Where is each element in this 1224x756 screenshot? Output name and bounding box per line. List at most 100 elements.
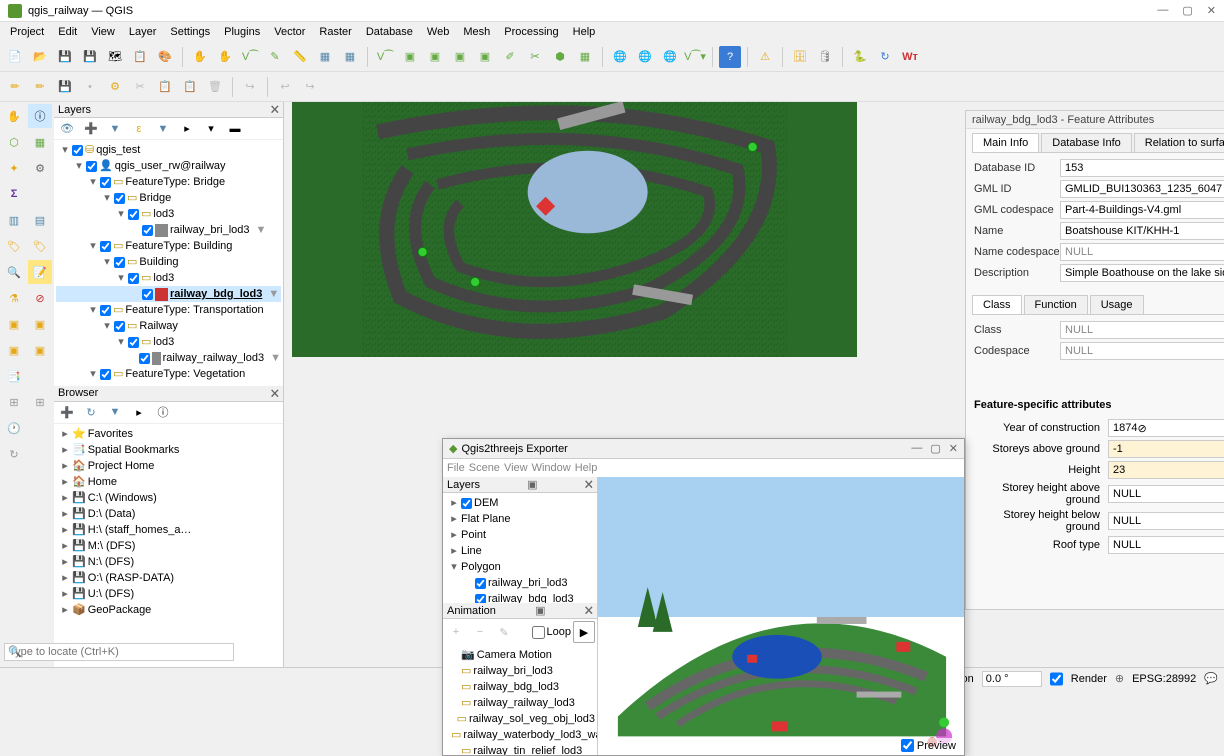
menu-vector[interactable]: Vector xyxy=(268,24,311,40)
threejs-anim-undock-icon[interactable]: ▣ xyxy=(535,604,545,617)
crs-button[interactable]: ⊕ xyxy=(1115,672,1124,685)
menu-mesh[interactable]: Mesh xyxy=(457,24,496,40)
cut-icon[interactable]: ✂ xyxy=(129,76,151,98)
subtab-usage[interactable]: Usage xyxy=(1090,295,1144,314)
save-as-icon[interactable]: 💾 xyxy=(79,46,101,68)
redo-icon[interactable]: ↪ xyxy=(239,76,261,98)
tree-row[interactable]: ▾▭FeatureType: Vegetation xyxy=(56,366,281,382)
tree-row[interactable]: ▸💾D:\ (Data) xyxy=(56,506,281,522)
tree-row[interactable]: ▾▭lod3 xyxy=(56,334,281,350)
tree-row[interactable]: ▸💾M:\ (DFS) xyxy=(56,538,281,554)
nodes-icon[interactable]: ⚙ xyxy=(104,76,126,98)
threejs-3d-view[interactable]: Preview xyxy=(598,477,964,755)
tree-row[interactable]: ▸⭐Favorites xyxy=(56,426,281,442)
rot-input[interactable] xyxy=(982,671,1042,687)
layer4-icon[interactable]: ▣ xyxy=(28,338,52,362)
menu-view[interactable]: View xyxy=(85,24,121,40)
layers-tree[interactable]: ▾⛁qgis_test▾👤qgis_user_rw@railway▾▭Featu… xyxy=(54,140,283,384)
threejs-anim-tree[interactable]: 📷Camera Motion▭railway_bri_lod3▭railway_… xyxy=(443,645,597,755)
threejs-menu-view[interactable]: View xyxy=(504,462,528,474)
threejs-layer-tree[interactable]: ▸DEM▸Flat Plane▸Point▸Line▾Polygonrailwa… xyxy=(443,493,597,603)
stats-icon[interactable]: ▥ xyxy=(2,208,26,232)
pan-selection-icon[interactable]: ✋ xyxy=(214,46,236,68)
reload-icon[interactable]: ↻ xyxy=(874,46,896,68)
browser-refresh-icon[interactable]: ↻ xyxy=(80,401,102,423)
close-icon[interactable]: ✕ xyxy=(1207,4,1216,17)
anim-remove-icon[interactable]: − xyxy=(469,621,491,643)
print-layout-icon[interactable]: 🗺 xyxy=(104,46,126,68)
browser-collapse-icon[interactable]: ▸ xyxy=(128,401,150,423)
layer1-icon[interactable]: ▣ xyxy=(2,312,26,336)
undo2-icon[interactable]: ↩ xyxy=(274,76,296,98)
collapse-icon[interactable]: ▾ xyxy=(200,118,222,140)
label2-icon[interactable]: 🏷 xyxy=(28,234,52,258)
filter2-icon[interactable]: ▼ xyxy=(152,118,174,140)
tree-row[interactable]: ▸📑Spatial Bookmarks xyxy=(56,442,281,458)
label-icon[interactable]: 🏷 xyxy=(2,234,26,258)
tree-row[interactable]: ▸💾O:\ (RASP-DATA) xyxy=(56,570,281,586)
render-checkbox[interactable] xyxy=(1050,671,1063,687)
add-group-icon[interactable]: ➕ xyxy=(80,118,102,140)
messages-icon[interactable]: 💬 xyxy=(1204,672,1218,685)
map-canvas[interactable] xyxy=(292,102,857,357)
ent1-icon[interactable]: ⊞ xyxy=(2,390,26,414)
ent2-icon[interactable]: ⊞ xyxy=(28,390,52,414)
tree-row[interactable]: ▸Line xyxy=(445,543,595,559)
deselect-icon[interactable]: ▣ xyxy=(474,46,496,68)
modify-icon[interactable]: ✐ xyxy=(499,46,521,68)
add-feature-icon[interactable]: • xyxy=(79,76,101,98)
minimize-icon[interactable]: — xyxy=(1157,4,1168,17)
tree-row[interactable]: ▭railway_waterbody_lod3_watersurf xyxy=(445,727,595,743)
select-vertex-icon[interactable]: V⁀ xyxy=(374,46,396,68)
extent-icon[interactable]: ▦ xyxy=(574,46,596,68)
tree-row[interactable]: ▾▭lod3 xyxy=(56,270,281,286)
threejs-menu-scene[interactable]: Scene xyxy=(469,462,500,474)
refresh2-icon[interactable]: ↻ xyxy=(2,442,26,466)
redo2-icon[interactable]: ↪ xyxy=(299,76,321,98)
tree-row[interactable]: ▭railway_tin_relief_lod3 xyxy=(445,743,595,755)
maximize-icon[interactable]: ▢ xyxy=(1182,4,1192,17)
tree-row[interactable]: ▾Polygon xyxy=(445,559,595,575)
anim-edit-icon[interactable]: ✎ xyxy=(493,621,515,643)
menu-layer[interactable]: Layer xyxy=(123,24,163,40)
style-manager-icon[interactable]: 🎨 xyxy=(154,46,176,68)
browser-add-icon[interactable]: ➕ xyxy=(56,401,78,423)
menu-plugins[interactable]: Plugins xyxy=(218,24,266,40)
play-icon[interactable]: ▶ xyxy=(573,621,595,643)
tree-row[interactable]: ▾▭FeatureType: Transportation xyxy=(56,302,281,318)
tree-row[interactable]: ▸🏠Project Home xyxy=(56,458,281,474)
tree-row[interactable]: railway_bdg_lod3 xyxy=(445,591,595,603)
select-rect-icon[interactable]: ▣ xyxy=(399,46,421,68)
expand-icon[interactable]: ▸ xyxy=(176,118,198,140)
threejs-menu-help[interactable]: Help xyxy=(575,462,598,474)
add-raster-icon[interactable]: ▦ xyxy=(28,130,52,154)
tree-row[interactable]: ▾▭Bridge xyxy=(56,190,281,206)
tree-row[interactable]: ▭railway_sol_veg_obj_lod3 xyxy=(445,711,595,727)
error-icon[interactable]: ⊘ xyxy=(28,286,52,310)
pencil-icon[interactable]: ✏ xyxy=(29,76,51,98)
save-edits-icon[interactable]: 💾 xyxy=(54,76,76,98)
browser-filter-icon[interactable]: ▼ xyxy=(104,401,126,423)
tab-relation-surface[interactable]: Relation to surface xyxy=(1134,133,1224,152)
tree-row[interactable]: ▸💾H:\ (staff_homes_a… xyxy=(56,522,281,538)
bookmark-icon[interactable]: 📑 xyxy=(2,364,26,388)
tree-row[interactable]: ▾⛁qgis_test xyxy=(56,142,281,158)
subtab-function[interactable]: Function xyxy=(1024,295,1088,314)
tree-row[interactable]: ▸DEM xyxy=(445,495,595,511)
processing-icon[interactable]: ⚗ xyxy=(2,286,26,310)
notes-icon[interactable]: 📝 xyxy=(28,260,52,284)
tree-row[interactable]: ▭railway_bdg_lod3 xyxy=(445,679,595,695)
threejs-menu-file[interactable]: File xyxy=(447,462,465,474)
tree-row[interactable]: ▾▭Railway xyxy=(56,318,281,334)
chart-icon[interactable]: ▤ xyxy=(28,208,52,232)
tree-row[interactable]: ▾▭FeatureType: Bridge xyxy=(56,174,281,190)
locator-input[interactable] xyxy=(4,643,234,661)
menu-help[interactable]: Help xyxy=(567,24,602,40)
tree-row[interactable]: ▾▭lod3 xyxy=(56,206,281,222)
tree-row[interactable]: ▸🏠Home xyxy=(56,474,281,490)
db-icon[interactable]: 🛢 xyxy=(814,46,836,68)
layout-manager-icon[interactable]: 📋 xyxy=(129,46,151,68)
warning-icon[interactable]: ⚠ xyxy=(754,46,776,68)
clock-icon[interactable]: 🕐 xyxy=(2,416,26,440)
geometry-icon[interactable]: ⬢ xyxy=(549,46,571,68)
